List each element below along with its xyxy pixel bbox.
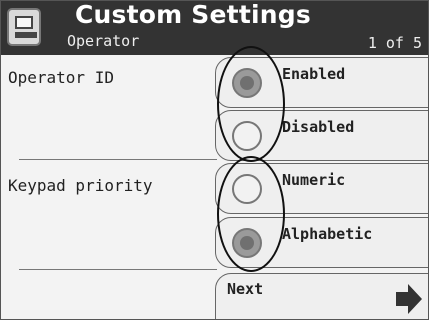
keypad-priority-label: Keypad priority (8, 176, 153, 195)
option-disabled-label: Disabled (282, 118, 355, 136)
divider-1 (19, 159, 217, 160)
radio-alphabetic[interactable] (232, 228, 262, 258)
page-indicator: 1 of 5 (367, 34, 422, 52)
option-alphabetic[interactable]: Alphabetic (215, 217, 428, 268)
monitor-shape (15, 16, 33, 29)
page-title: Custom Settings (75, 0, 311, 29)
option-disabled[interactable]: Disabled (215, 110, 428, 161)
radio-selected-dot (240, 76, 254, 90)
option-numeric[interactable]: Numeric (215, 163, 428, 214)
arrow-right-icon (396, 284, 422, 314)
next-button[interactable]: Next (215, 273, 428, 319)
device-icon (7, 8, 41, 46)
radio-numeric[interactable] (232, 174, 262, 204)
option-enabled[interactable]: Enabled (215, 57, 428, 108)
divider-2 (19, 269, 217, 270)
header-bar: Custom Settings Operator 1 of 5 (1, 0, 428, 55)
operator-id-label: Operator ID (8, 68, 114, 87)
radio-enabled[interactable] (232, 68, 262, 98)
settings-screen: Custom Settings Operator 1 of 5 Operator… (0, 0, 429, 320)
next-label: Next (227, 280, 264, 298)
option-enabled-label: Enabled (282, 65, 346, 83)
monitor-base (15, 32, 37, 38)
radio-disabled[interactable] (232, 121, 262, 151)
option-alphabetic-label: Alphabetic (282, 225, 373, 243)
page-subtitle: Operator (67, 32, 140, 50)
radio-selected-dot (240, 236, 254, 250)
option-numeric-label: Numeric (282, 171, 346, 189)
